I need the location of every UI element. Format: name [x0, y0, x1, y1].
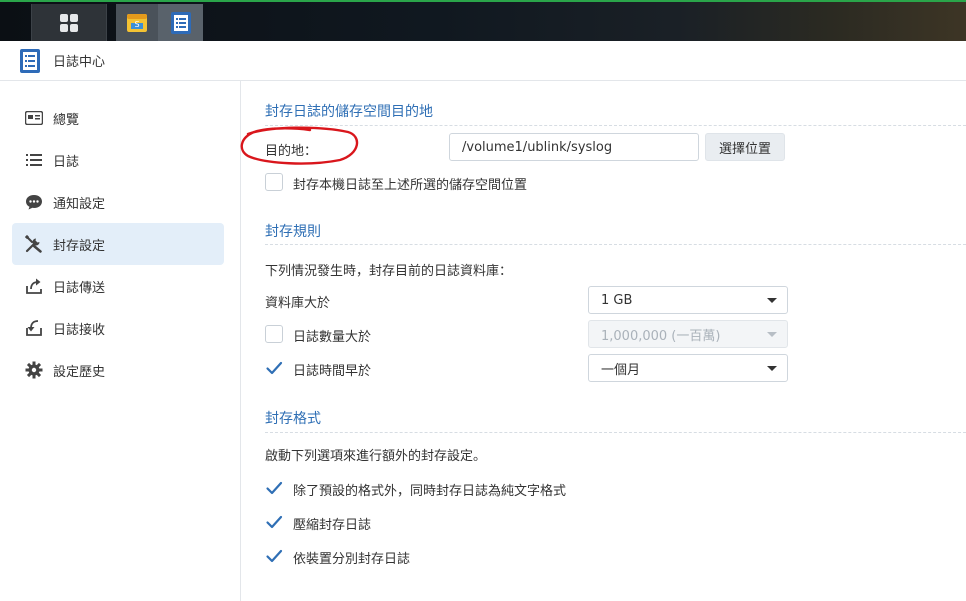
plain-text-format-checkbox[interactable]: [265, 479, 283, 497]
archive-local-logs-label: 封存本機日誌至上述所選的儲存空間位置: [293, 178, 528, 193]
log-count-label: 日誌數量大於: [293, 330, 372, 345]
chevron-down-icon: [767, 298, 777, 303]
sidebar-item-archive-settings[interactable]: 封存設定: [12, 223, 224, 265]
plain-text-format-label: 除了預設的格式外，同時封存日誌為純文字格式: [293, 484, 567, 499]
compress-archive-label: 壓縮封存日誌: [293, 518, 372, 533]
download-icon: [24, 318, 44, 338]
storage-app-button[interactable]: S: [116, 4, 158, 41]
chevron-down-icon: [767, 366, 777, 371]
sidebar-item-notification[interactable]: 通知設定: [12, 181, 224, 223]
log-center-icon: [20, 48, 40, 73]
log-time-select[interactable]: 一個月: [588, 354, 788, 382]
chevron-down-icon: [767, 332, 777, 337]
log-center-app-icon: [170, 11, 191, 34]
storage-app-icon: S: [127, 13, 147, 32]
sidebar-item-log-sending[interactable]: 日誌傳送: [12, 265, 224, 307]
main-menu-button[interactable]: [31, 4, 107, 41]
log-count-select[interactable]: 1,000,000 (一百萬): [588, 320, 788, 348]
db-size-label: 資料庫大於: [265, 296, 331, 311]
sidebar-item-logs[interactable]: 日誌: [12, 139, 224, 181]
destination-section-title: 封存日誌的儲存空間目的地: [265, 104, 433, 120]
log-count-checkbox[interactable]: [265, 325, 283, 343]
archive-by-device-checkbox[interactable]: [265, 547, 283, 565]
archive-by-device-label: 依裝置分別封存日誌: [293, 552, 411, 567]
compress-archive-checkbox[interactable]: [265, 513, 283, 531]
archive-local-logs-checkbox[interactable]: [265, 173, 283, 191]
svg-text:S: S: [134, 20, 139, 29]
sidebar-item-label: 總覽: [53, 112, 80, 128]
destination-path-field[interactable]: /volume1/ublink/syslog: [449, 133, 699, 161]
sidebar-item-label: 日誌接收: [53, 322, 106, 338]
sidebar-item-label: 通知設定: [53, 196, 106, 212]
sidebar-item-label: 封存設定: [53, 238, 106, 254]
sidebar-item-label: 日誌: [53, 154, 80, 170]
section-divider: [265, 125, 966, 126]
taskbar: S: [0, 0, 966, 41]
tools-icon: [24, 234, 44, 254]
list-icon: [24, 150, 44, 170]
format-description: 啟動下列選項來進行額外的封存設定。: [265, 449, 487, 464]
log-time-label: 日誌時間早於: [293, 364, 372, 379]
overview-icon: [24, 108, 44, 128]
chat-bubble-icon: [24, 192, 44, 212]
sidebar-item-settings-history[interactable]: 設定歷史: [12, 349, 224, 391]
sidebar: 總覽 日誌 通知設定 封存設定 日誌傳送 日誌接收 設定歷史: [0, 81, 241, 601]
main-panel: 封存日誌的儲存空間目的地 目的地： /volume1/ublink/syslog…: [241, 81, 966, 601]
section-divider: [265, 244, 966, 245]
sidebar-item-overview[interactable]: 總覽: [12, 97, 224, 139]
log-time-value: 一個月: [601, 362, 641, 378]
sidebar-item-label: 設定歷史: [53, 364, 106, 380]
upload-icon: [24, 276, 44, 296]
rules-section-title: 封存規則: [265, 224, 321, 240]
rules-description: 下列情況發生時，封存目前的日誌資料庫：: [265, 264, 513, 279]
log-center-app-button[interactable]: [158, 4, 203, 41]
sidebar-item-log-receiving[interactable]: 日誌接收: [12, 307, 224, 349]
gear-icon: [24, 360, 44, 380]
log-time-checkbox[interactable]: [265, 359, 283, 377]
sidebar-item-label: 日誌傳送: [53, 280, 106, 296]
grid-icon: [60, 13, 78, 32]
log-count-value: 1,000,000 (一百萬): [601, 328, 721, 344]
db-size-select[interactable]: 1 GB: [588, 286, 788, 314]
format-section-title: 封存格式: [265, 411, 321, 427]
db-size-value: 1 GB: [601, 292, 633, 308]
choose-location-button[interactable]: 選擇位置: [705, 133, 785, 161]
window-header: 日誌中心: [0, 41, 966, 81]
section-divider: [265, 432, 966, 433]
destination-label: 目的地：: [265, 144, 318, 159]
window-title: 日誌中心: [53, 55, 106, 70]
